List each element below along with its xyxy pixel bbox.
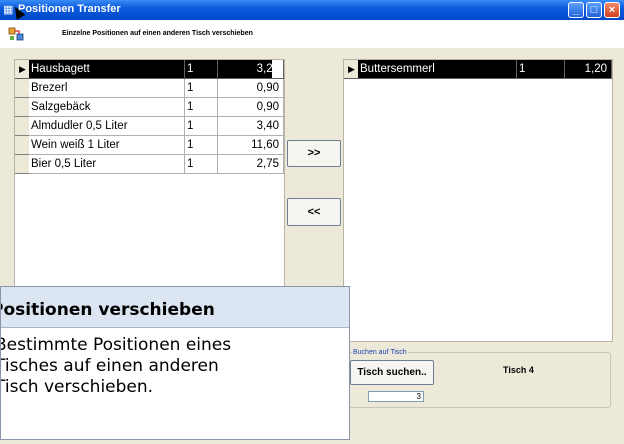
header-text: Einzelne Positionen auf einen anderen Ti…	[62, 30, 253, 37]
table-row[interactable]: Wein weiß 1 Liter 1 11,60	[15, 136, 284, 155]
header-strip: Einzelne Positionen auf einen anderen Ti…	[0, 20, 624, 48]
quantity-cell: 1	[185, 155, 218, 174]
quantity-cell: 1	[185, 60, 218, 79]
table-row[interactable]: ▶ Hausbagett 1 3,20	[15, 60, 284, 79]
move-left-button[interactable]: <<	[287, 198, 341, 226]
window-title: Positionen Transfer	[18, 3, 121, 15]
tooltip-positionen-verschieben: Positionen verschieben Bestimmte Positio…	[0, 286, 350, 440]
minimize-button[interactable]: _	[568, 2, 584, 18]
price-cell: 3,20	[218, 60, 284, 79]
close-button[interactable]: ×	[604, 2, 620, 18]
tooltip-header: Positionen verschieben	[1, 287, 349, 328]
tooltip-body: Bestimmte Positionen eines Tisches auf e…	[0, 335, 349, 398]
item-name-cell: Almdudler 0,5 Liter	[29, 117, 185, 136]
title-bar[interactable]: ▦ Positionen Transfer _ □ ×	[0, 0, 624, 20]
item-name-cell: Hausbagett	[29, 60, 185, 79]
price-cell: 1,20	[565, 60, 612, 79]
row-indicator[interactable]: ▶	[15, 60, 29, 79]
item-name-cell: Buttersemmerl	[358, 60, 517, 79]
quantity-cell: 1	[185, 79, 218, 98]
row-pointer-icon: ▶	[348, 64, 355, 74]
tooltip-line: Tisches auf einen anderen	[0, 356, 219, 376]
row-indicator[interactable]	[15, 155, 29, 174]
quantity-cell: 1	[185, 117, 218, 136]
item-name-cell: Salzgebäck	[29, 98, 185, 117]
table-number-field[interactable]: 3	[368, 391, 424, 402]
buchen-auf-tisch-label: Buchen auf Tisch	[352, 349, 408, 356]
quantity-cell: 1	[185, 98, 218, 117]
quantity-cell: 1	[185, 136, 218, 155]
move-right-button[interactable]: >>	[287, 140, 341, 167]
tooltip-title: Positionen verschieben	[0, 300, 215, 320]
item-name-cell: Brezerl	[29, 79, 185, 98]
table-row[interactable]: Salzgebäck 1 0,90	[15, 98, 284, 117]
table-row[interactable]: Bier 0,5 Liter 1 2,75	[15, 155, 284, 174]
row-pointer-icon: ▶	[19, 64, 26, 74]
table-row[interactable]: ▶ Buttersemmerl 1 1,20	[344, 60, 612, 79]
quantity-cell: 1	[517, 60, 565, 79]
right-positions-grid[interactable]: ▶ Buttersemmerl 1 1,20	[343, 59, 613, 342]
price-cell: 3,40	[218, 117, 284, 136]
tisch-suchen-button[interactable]: Tisch suchen..	[350, 360, 434, 385]
left-positions-grid[interactable]: ▶ Hausbagett 1 3,20 Brezerl 1 0,90 Salzgebäck 1 0…	[14, 59, 285, 291]
row-indicator[interactable]: ▶	[344, 60, 358, 79]
row-indicator[interactable]	[15, 136, 29, 155]
table-row[interactable]: Brezerl 1 0,90	[15, 79, 284, 98]
maximize-button[interactable]: □	[586, 2, 602, 18]
table-row[interactable]: Almdudler 0,5 Liter 1 3,40	[15, 117, 284, 136]
item-name-cell: Bier 0,5 Liter	[29, 155, 185, 174]
positionen-transfer-window: ▦ Positionen Transfer _ □ × Einzelne Pos…	[0, 0, 624, 444]
price-cell: 0,90	[218, 79, 284, 98]
tooltip-line: Bestimmte Positionen eines	[0, 335, 232, 355]
selected-table-label: Tisch 4	[503, 365, 534, 375]
item-name-cell: Wein weiß 1 Liter	[29, 136, 185, 155]
tooltip-line: Tisch verschieben.	[0, 377, 154, 397]
price-cell: 11,60	[218, 136, 284, 155]
price-cell: 2,75	[218, 155, 284, 174]
row-indicator[interactable]	[15, 98, 29, 117]
transfer-icon	[8, 27, 24, 41]
price-cell: 0,90	[218, 98, 284, 117]
row-indicator[interactable]	[15, 79, 29, 98]
row-indicator[interactable]	[15, 117, 29, 136]
